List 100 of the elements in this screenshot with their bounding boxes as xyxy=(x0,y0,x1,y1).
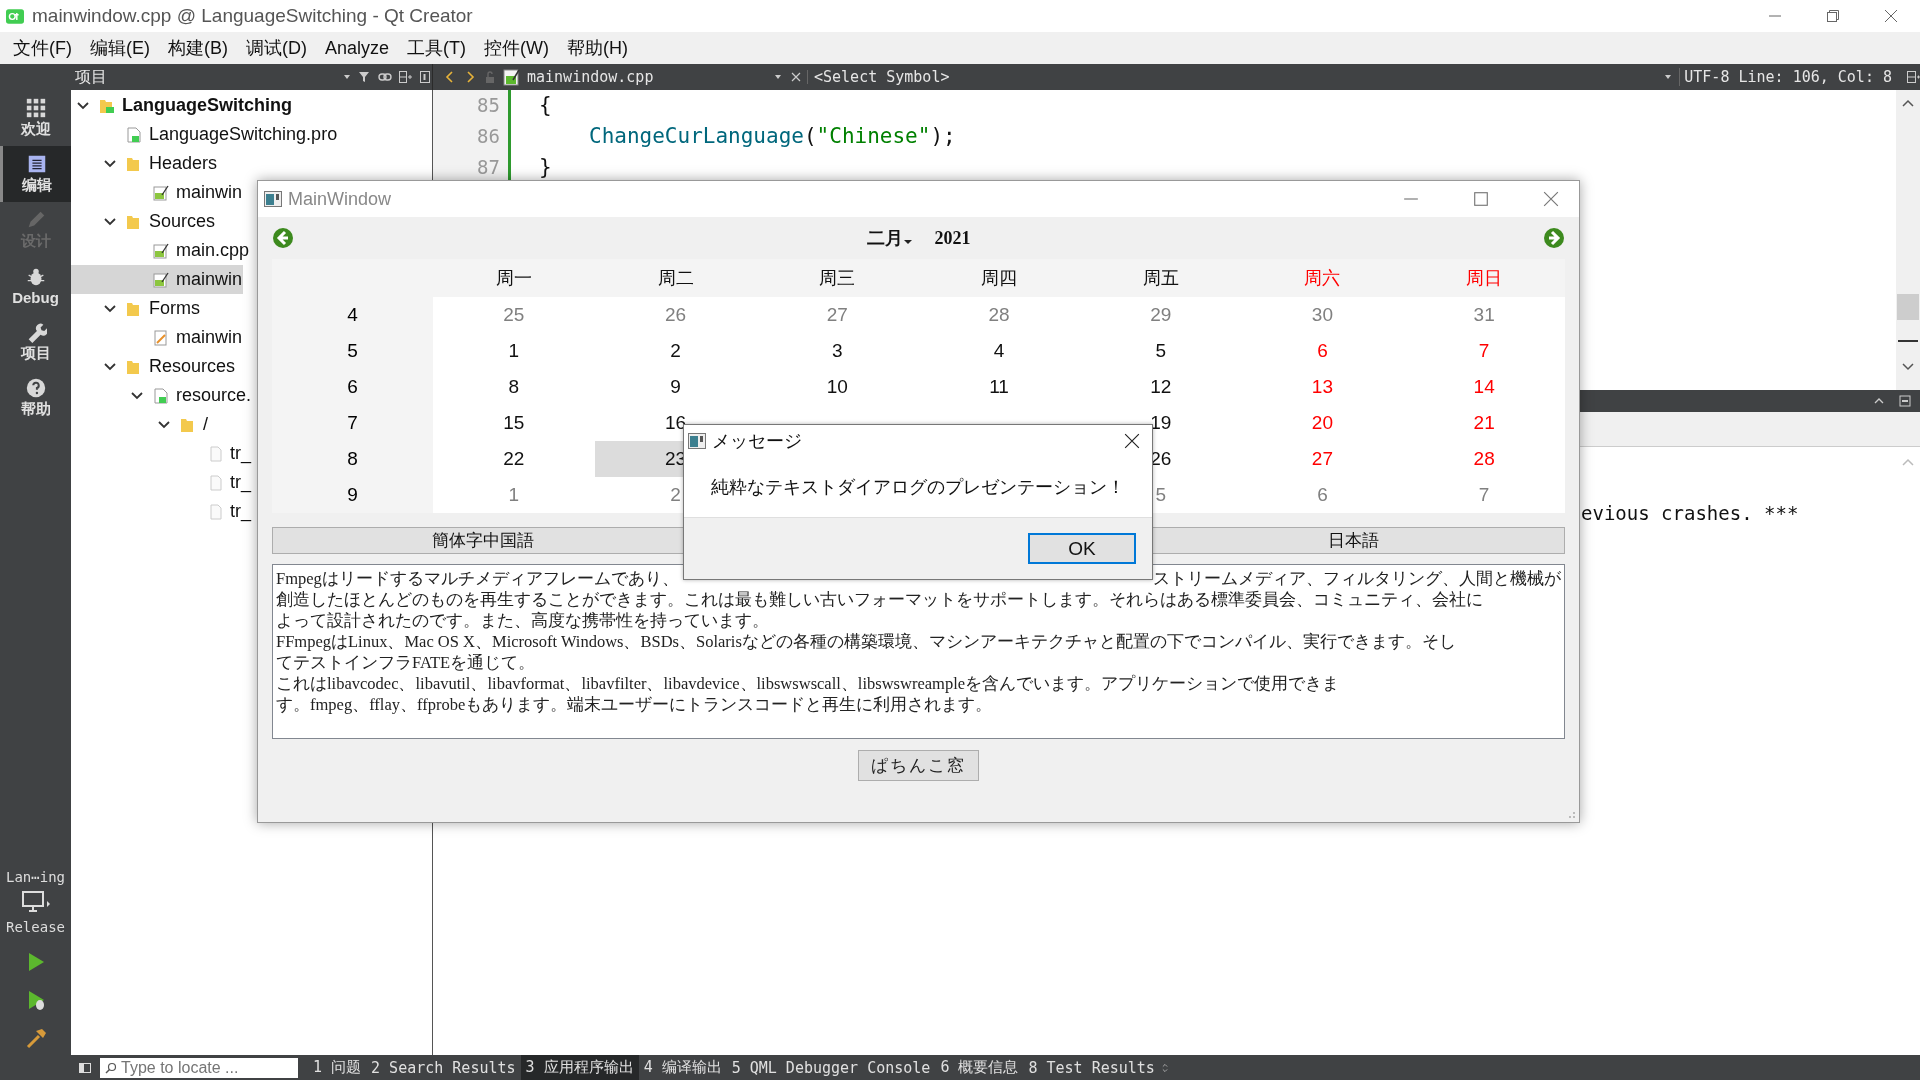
ok-button[interactable]: OK xyxy=(1028,533,1136,564)
output-pane-tab[interactable]: 5 QML Debugger Console xyxy=(726,1055,936,1080)
tree-item[interactable]: main.cpp xyxy=(71,236,251,265)
day-cell[interactable]: 20 xyxy=(1241,405,1404,441)
day-cell[interactable]: 28 xyxy=(918,297,1080,333)
open-file-name[interactable]: mainwindow.cpp xyxy=(527,68,767,86)
day-cell[interactable]: 27 xyxy=(756,297,919,333)
month-selector[interactable]: 二月 xyxy=(866,226,913,250)
tree-item[interactable]: Resources xyxy=(71,352,237,381)
close-pane-icon[interactable] xyxy=(1898,394,1912,408)
monitor-icon[interactable] xyxy=(20,891,51,913)
locator-field[interactable]: Type to locate ... xyxy=(100,1057,298,1078)
restore-icon[interactable] xyxy=(1826,9,1840,23)
filter-icon[interactable] xyxy=(358,70,372,84)
day-cell[interactable]: 1 xyxy=(433,477,595,513)
day-cell[interactable]: 3 xyxy=(756,333,919,369)
tree-item[interactable]: mainwin xyxy=(71,323,244,352)
split-icon[interactable] xyxy=(398,70,412,84)
scroll-down-icon[interactable] xyxy=(1901,362,1915,372)
mode-button[interactable]: 项目 xyxy=(0,314,71,370)
mode-button[interactable]: 欢迎 xyxy=(0,90,71,146)
day-cell[interactable]: 6 xyxy=(1241,477,1404,513)
day-cell[interactable]: 10 xyxy=(756,369,919,405)
close-icon[interactable] xyxy=(1124,433,1140,449)
symbol-selector[interactable]: <Select Symbol> xyxy=(814,68,950,86)
mode-button[interactable]: 帮助 xyxy=(0,370,71,426)
maximize-icon[interactable] xyxy=(1473,191,1489,207)
text-area[interactable] xyxy=(272,564,1565,739)
menu-item[interactable]: 文件(F) xyxy=(4,34,81,62)
day-cell[interactable]: 11 xyxy=(918,369,1080,405)
day-cell[interactable]: 15 xyxy=(433,405,595,441)
mode-button[interactable]: 编辑 xyxy=(0,146,71,202)
day-cell[interactable]: 5 xyxy=(1079,333,1242,369)
tree-item[interactable]: LanguageSwitching.pro xyxy=(71,120,339,149)
tree-item[interactable]: tr_ xyxy=(71,468,252,497)
day-cell[interactable]: 4 xyxy=(918,333,1080,369)
source-file-icon xyxy=(153,271,169,288)
line-number: 86 xyxy=(477,124,500,149)
tree-item[interactable]: tr_ xyxy=(71,439,252,468)
day-cell[interactable]: 29 xyxy=(1079,297,1242,333)
day-cell[interactable]: 25 xyxy=(433,297,595,333)
scrollbar-thumb[interactable] xyxy=(1897,294,1919,320)
menu-item[interactable]: 控件(W) xyxy=(475,34,558,62)
year-selector[interactable]: 2021 xyxy=(934,226,971,250)
tree-item[interactable]: LanguageSwitching xyxy=(71,91,293,120)
menu-item[interactable]: 调试(D) xyxy=(237,34,316,62)
day-cell[interactable]: 7 xyxy=(1403,333,1565,369)
menu-item[interactable]: 构建(B) xyxy=(159,34,237,62)
output-pane-tab[interactable]: 2 Search Results xyxy=(366,1055,521,1080)
tree-item[interactable]: mainwin xyxy=(71,265,244,294)
tree-item[interactable]: resource. xyxy=(71,381,253,410)
menu-item[interactable]: 帮助(H) xyxy=(558,34,637,62)
output-pane-tab[interactable]: 8 Test Results xyxy=(1023,1055,1160,1080)
tree-item[interactable]: Headers xyxy=(71,149,219,178)
toggle-sidebar-icon[interactable] xyxy=(78,1060,92,1075)
close-panel-icon[interactable] xyxy=(418,70,432,84)
tree-item[interactable]: Sources xyxy=(71,207,217,236)
output-pane-tab[interactable]: 1 问题 xyxy=(308,1055,367,1080)
menu-item[interactable]: Analyze xyxy=(316,35,399,61)
day-cell[interactable]: 22 xyxy=(433,441,595,477)
day-cell[interactable]: 12 xyxy=(1079,369,1242,405)
popup-button[interactable]: ぱちんこ窓 xyxy=(858,750,979,781)
tree-item[interactable]: Forms xyxy=(71,294,201,323)
previous-month-icon[interactable] xyxy=(272,227,294,249)
next-month-icon[interactable] xyxy=(1543,227,1565,249)
tree-item[interactable]: tr_ xyxy=(71,497,252,526)
build-configuration: Release xyxy=(5,919,66,935)
day-cell[interactable]: 27 xyxy=(1241,441,1404,477)
menu-item[interactable]: 工具(T) xyxy=(398,34,475,62)
day-cell[interactable]: 28 xyxy=(1403,441,1565,477)
day-cell[interactable]: 2 xyxy=(594,333,757,369)
hammer-icon[interactable] xyxy=(24,1027,47,1049)
day-cell[interactable]: 26 xyxy=(594,297,757,333)
day-cell[interactable]: 6 xyxy=(1241,333,1404,369)
day-cell[interactable]: 30 xyxy=(1241,297,1404,333)
link-icon[interactable] xyxy=(378,70,392,84)
output-pane-tab[interactable]: 3 应用程序输出 xyxy=(520,1055,639,1080)
day-cell[interactable]: 1 xyxy=(433,333,595,369)
day-cell[interactable]: 14 xyxy=(1403,369,1565,405)
day-cell[interactable]: 8 xyxy=(433,369,595,405)
day-cell[interactable]: 21 xyxy=(1403,405,1565,441)
week-number: 7 xyxy=(347,412,358,434)
mode-button[interactable]: Debug xyxy=(0,258,71,314)
output-pane-tab[interactable]: 4 编译输出 xyxy=(638,1055,727,1080)
day-cell[interactable]: 31 xyxy=(1403,297,1565,333)
output-pane-tab[interactable]: 6 概要信息 xyxy=(935,1055,1024,1080)
close-document-icon[interactable] xyxy=(789,70,808,84)
day-cell[interactable]: 9 xyxy=(594,369,757,405)
resize-grip-icon[interactable] xyxy=(1566,809,1576,819)
split-icon[interactable] xyxy=(1906,70,1920,84)
folder-icon xyxy=(99,97,115,114)
tree-item[interactable]: mainwin xyxy=(71,178,244,207)
day-cell[interactable]: 13 xyxy=(1241,369,1404,405)
menu-item[interactable]: 编辑(E) xyxy=(81,34,159,62)
scroll-up-icon[interactable] xyxy=(1901,98,1915,108)
day-cell[interactable]: 7 xyxy=(1403,477,1565,513)
weekday-label: 周三 xyxy=(819,267,856,290)
text-line: よって設計されたのです。また、高度な携帯性を持っています。 xyxy=(276,610,769,631)
tree-item[interactable]: / xyxy=(71,410,209,439)
file-icon xyxy=(207,474,223,491)
